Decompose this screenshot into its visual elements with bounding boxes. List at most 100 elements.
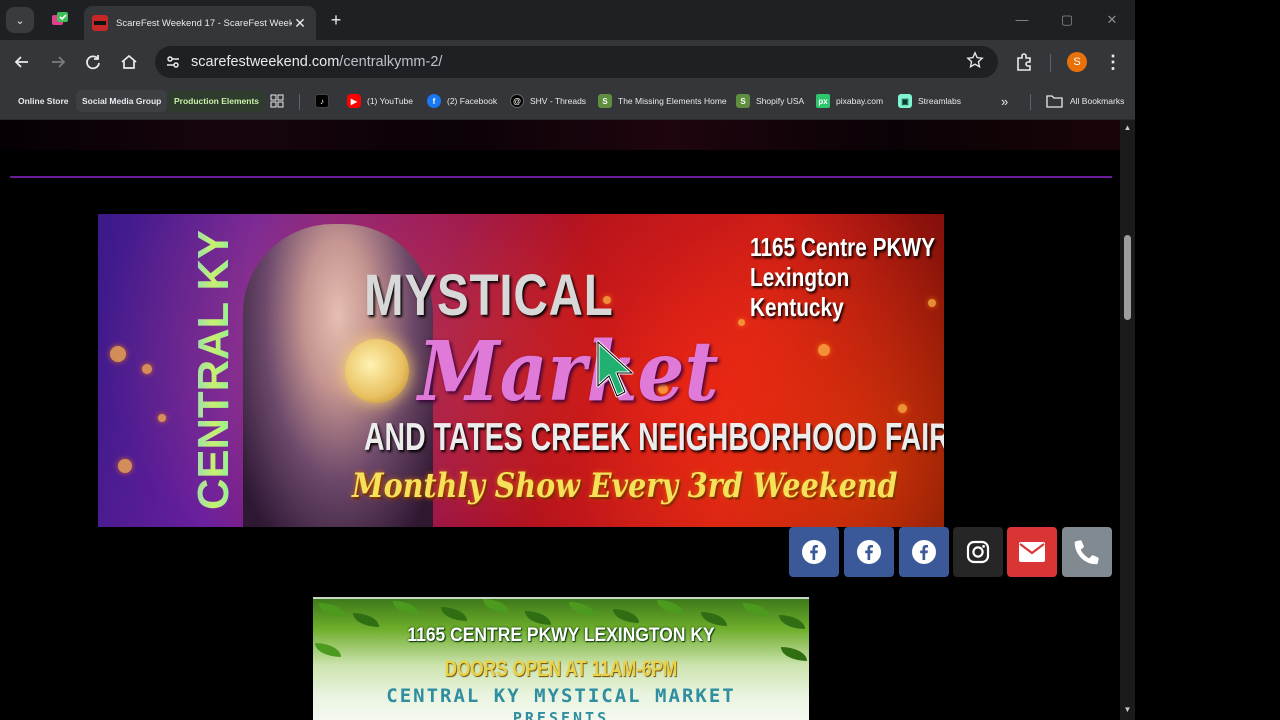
poster-presents: PRESENTS — [512, 709, 610, 720]
event-poster-image: 1165 CENTRE PKWY LEXINGTON KY DOORS OPEN… — [313, 597, 809, 720]
minimize-button[interactable]: — — [1012, 10, 1032, 30]
new-tab-button[interactable]: + — [326, 10, 346, 30]
apps-grid-icon[interactable] — [270, 94, 284, 108]
banner-address-line: Lexington — [750, 262, 850, 292]
bookmark-youtube[interactable]: ▶ (1) YouTube — [347, 91, 413, 111]
leaf-decoration — [743, 603, 769, 617]
leaf-decoration — [701, 612, 727, 626]
bookmarks-overflow-button[interactable]: » — [1001, 91, 1008, 111]
facebook-button-2[interactable] — [844, 527, 894, 577]
banner-title-market: Market — [418, 324, 719, 420]
bookmark-star-icon[interactable] — [966, 51, 984, 69]
instagram-icon — [966, 540, 990, 564]
tiktok-icon: ♪ — [315, 94, 329, 108]
page-scrollbar[interactable]: ▲ ▼ — [1120, 120, 1135, 720]
facebook-icon — [912, 540, 936, 564]
pixabay-icon: px — [816, 94, 830, 108]
profile-avatar[interactable]: S — [1067, 52, 1087, 72]
home-icon[interactable] — [118, 51, 140, 73]
leaf-decoration — [483, 599, 509, 613]
bookmark-facebook[interactable]: f (2) Facebook — [427, 91, 497, 111]
bookmark-streamlabs[interactable]: ▣ Streamlabs — [898, 91, 961, 111]
phone-button[interactable] — [1062, 527, 1112, 577]
tab-active[interactable]: ScareFest Weekend 17 - ScareFest Weekend… — [84, 6, 316, 40]
pinned-tab-icon[interactable] — [50, 10, 70, 30]
tab-search-button[interactable]: ⌄ — [6, 7, 34, 33]
address-bar[interactable]: scarefestweekend.com/centralkymm-2/ — [155, 46, 998, 78]
banner-tagline: Monthly Show Every 3rd Weekend — [352, 466, 898, 506]
facebook-button-1[interactable] — [789, 527, 839, 577]
desktop-background — [1135, 0, 1280, 720]
leaf-decoration — [525, 611, 551, 625]
phone-icon — [1074, 540, 1099, 565]
leaf-decoration — [393, 601, 419, 615]
bokeh-light — [142, 364, 152, 374]
toolbar-separator — [1050, 54, 1051, 72]
tab-title: ScareFest Weekend 17 - ScareFest Weekend… — [116, 17, 292, 29]
scarefest-favicon-icon — [92, 15, 108, 31]
forward-arrow-icon[interactable] — [47, 51, 69, 73]
extensions-puzzle-icon[interactable] — [1013, 51, 1035, 73]
threads-icon: @ — [510, 94, 524, 108]
shopify-icon: S — [598, 94, 612, 108]
bookmark-label: The Missing Elements Home — [618, 96, 727, 106]
bookmark-tiktok[interactable]: ♪ — [315, 91, 335, 111]
all-bookmarks-button[interactable]: All Bookmarks — [1046, 91, 1124, 111]
tab-strip: ⌄ ScareFest Weekend 17 - ScareFest Weeke… — [0, 0, 1135, 40]
bookmark-missing-elements[interactable]: S The Missing Elements Home — [598, 91, 727, 111]
bookmark-label: (2) Facebook — [447, 96, 498, 106]
mouse-cursor-icon — [596, 340, 634, 398]
maximize-button[interactable]: ▢ — [1057, 10, 1077, 30]
bookmarks-bar: Online Store Social Media Group Producti… — [0, 84, 1135, 120]
browser-window: ⌄ ScareFest Weekend 17 - ScareFest Weeke… — [0, 0, 1135, 720]
leaf-decoration — [319, 603, 345, 617]
bokeh-light — [110, 346, 126, 362]
scroll-up-arrow-icon[interactable]: ▲ — [1123, 124, 1132, 132]
bokeh-light — [118, 459, 132, 473]
email-button[interactable] — [1007, 527, 1057, 577]
bokeh-light — [898, 404, 907, 413]
leaf-decoration — [781, 647, 807, 661]
reload-icon[interactable] — [82, 51, 104, 73]
bookmark-shopify-usa[interactable]: S Shopify USA — [736, 91, 804, 111]
url-host: scarefestweekend.com — [191, 54, 340, 70]
streamlabs-icon: ▣ — [898, 94, 912, 108]
scrollbar-thumb[interactable] — [1124, 235, 1131, 320]
bokeh-light — [158, 414, 166, 422]
youtube-icon: ▶ — [347, 94, 361, 108]
bookmark-pixabay[interactable]: px pixabay.com — [816, 91, 883, 111]
bookmark-group-production[interactable]: Production Elements — [168, 90, 266, 112]
instagram-button[interactable] — [953, 527, 1003, 577]
envelope-icon — [1019, 542, 1045, 562]
url-path: /centralkymm-2/ — [339, 54, 443, 70]
bookmark-label: (1) YouTube — [367, 96, 413, 106]
more-menu-icon[interactable]: ⋮ — [1104, 51, 1122, 73]
leaf-decoration — [569, 602, 595, 616]
page-viewport: CENTRAL KY MYSTICAL Market AND TATES CRE… — [0, 120, 1120, 720]
bookmark-group-online-store[interactable]: Online Store — [12, 90, 75, 112]
facebook-icon — [857, 540, 881, 564]
bookmark-label: Shopify USA — [756, 96, 805, 106]
poster-doors: DOORS OPEN AT 11AM-6PM — [444, 656, 678, 681]
bookmark-threads[interactable]: @ SHV - Threads — [510, 91, 586, 111]
site-info-icon[interactable] — [163, 52, 183, 72]
url-text[interactable]: scarefestweekend.com/centralkymm-2/ — [191, 54, 442, 70]
bookmarks-separator — [299, 94, 300, 110]
leaf-decoration — [657, 600, 683, 614]
facebook-button-3[interactable] — [899, 527, 949, 577]
shopify-icon: S — [736, 94, 750, 108]
scroll-down-arrow-icon[interactable]: ▼ — [1123, 706, 1132, 714]
bookmarks-separator — [1030, 94, 1031, 110]
bokeh-light — [818, 344, 830, 356]
poster-event-name: CENTRAL KY MYSTICAL MARKET — [386, 685, 736, 707]
leaf-decoration — [613, 609, 639, 623]
central-ky-vertical-text: CENTRAL KY — [189, 230, 238, 510]
svg-text:CENTRAL KY: CENTRAL KY — [189, 230, 238, 510]
back-arrow-icon[interactable] — [11, 51, 33, 73]
all-bookmarks-label: All Bookmarks — [1070, 96, 1125, 106]
close-window-button[interactable]: ✕ — [1102, 10, 1122, 30]
section-divider — [10, 176, 1112, 178]
tab-close-icon[interactable]: ✕ — [292, 15, 308, 32]
facebook-icon: f — [427, 94, 441, 108]
bookmark-group-social-media[interactable]: Social Media Group — [76, 90, 168, 112]
